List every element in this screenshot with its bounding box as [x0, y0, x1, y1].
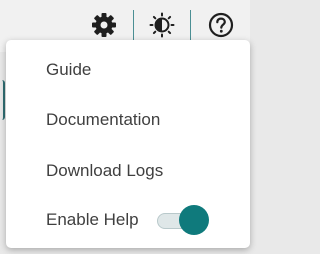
menu-item-enable-help: Enable Help	[46, 205, 216, 235]
toolbar-separator	[133, 10, 134, 40]
menu-item-download-logs[interactable]: Download Logs	[46, 156, 163, 186]
gear-icon[interactable]	[91, 12, 117, 38]
brightness-icon[interactable]	[149, 12, 175, 38]
toggle-thumb	[179, 205, 209, 235]
enable-help-toggle[interactable]	[157, 205, 211, 235]
menu-item-guide[interactable]: Guide	[46, 55, 91, 85]
settings-dropdown-menu: Guide Documentation Download Logs Enable…	[6, 40, 250, 248]
menu-item-documentation[interactable]: Documentation	[46, 105, 160, 135]
toolbar-separator	[190, 10, 191, 40]
help-icon[interactable]	[208, 12, 234, 38]
background-panel-edge	[0, 80, 5, 120]
enable-help-label: Enable Help	[46, 210, 139, 229]
